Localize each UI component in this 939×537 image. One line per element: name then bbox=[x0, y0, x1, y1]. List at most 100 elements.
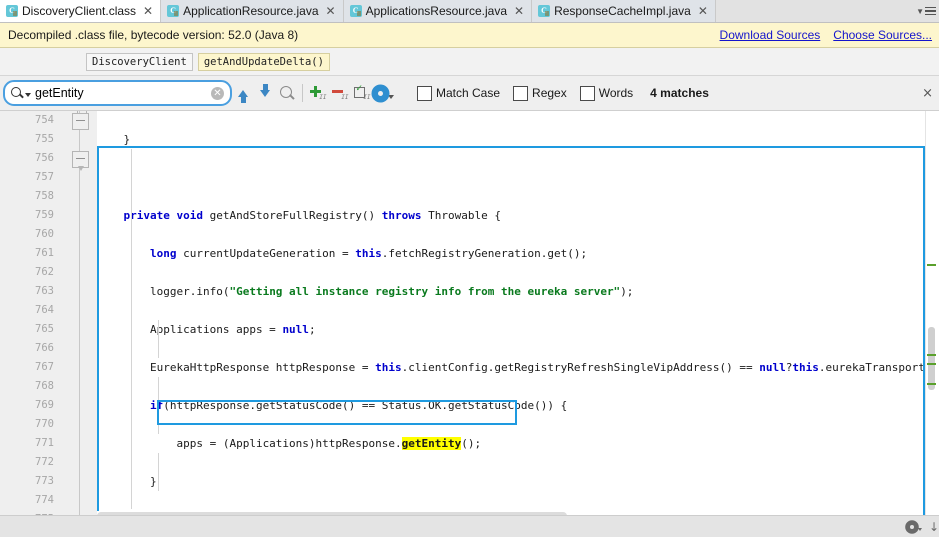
close-find-icon[interactable]: × bbox=[922, 86, 933, 101]
line-number: 769 bbox=[35, 399, 54, 411]
line-number: 774 bbox=[35, 494, 54, 506]
search-input[interactable] bbox=[31, 85, 211, 101]
find-previous-button[interactable] bbox=[232, 82, 254, 104]
code-line-758: logger.info("Getting all instance regist… bbox=[97, 285, 634, 298]
code-line-763: } bbox=[97, 475, 157, 488]
match-count-label: 4 matches bbox=[650, 86, 709, 100]
line-number: 773 bbox=[35, 475, 54, 487]
notice-links: Download Sources Choose Sources... bbox=[720, 28, 939, 42]
gear-icon bbox=[374, 86, 387, 100]
choose-sources-link[interactable]: Choose Sources... bbox=[833, 28, 932, 42]
arrow-down-icon bbox=[260, 83, 270, 97]
chevron-down-icon bbox=[388, 94, 394, 99]
checkbox-icon[interactable] bbox=[513, 85, 529, 101]
code-line-759: Applications apps = null; bbox=[97, 323, 316, 336]
code-line-757: long currentUpdateGeneration = this.fetc… bbox=[149, 247, 588, 260]
match-case-option[interactable]: Match Case bbox=[417, 85, 501, 101]
regex-option[interactable]: Regex bbox=[513, 85, 567, 101]
tab-list-menu-icon[interactable]: ▼ bbox=[916, 6, 936, 16]
checkbox-icon[interactable] bbox=[579, 85, 595, 101]
close-icon[interactable]: ✕ bbox=[143, 5, 153, 17]
line-number: 754 bbox=[35, 114, 54, 126]
add-occurrence-button[interactable]: II bbox=[307, 82, 329, 104]
indent-guide bbox=[131, 149, 132, 509]
code-line-756: private void getAndStoreFullRegistry() t… bbox=[123, 209, 502, 222]
vertical-scrollbar-thumb[interactable] bbox=[928, 327, 935, 390]
fold-guide-line bbox=[79, 111, 80, 516]
line-number: 759 bbox=[35, 209, 54, 221]
code-line-760: EurekaHttpResponse httpResponse = this.c… bbox=[97, 361, 939, 374]
line-number: 762 bbox=[35, 266, 54, 278]
tab-discoveryclient-class[interactable]: C DiscoveryClient.class ✕ bbox=[0, 0, 162, 22]
checkbox-check-icon: ✓ II bbox=[353, 83, 371, 101]
status-bar: ↓ bbox=[0, 515, 939, 537]
fold-toggle-icon[interactable] bbox=[72, 113, 89, 130]
tab-label: DiscoveryClient.class bbox=[22, 4, 137, 18]
select-all-occurrences-button[interactable]: ✓ II bbox=[351, 82, 373, 104]
java-file-icon: C bbox=[167, 5, 180, 17]
plus-icon: II bbox=[309, 85, 327, 101]
occurrence-marker bbox=[927, 354, 936, 356]
find-next-button[interactable] bbox=[254, 82, 276, 104]
line-number: 761 bbox=[35, 247, 54, 259]
download-indicator-icon[interactable]: ↓ bbox=[929, 520, 939, 534]
checkbox-icon[interactable] bbox=[417, 85, 432, 101]
line-number: 755 bbox=[35, 133, 54, 145]
tab-label: ApplicationsResource.java bbox=[365, 4, 507, 18]
breadcrumb-class[interactable]: DiscoveryClient bbox=[86, 52, 193, 71]
tab-applicationresource-java[interactable]: C ApplicationResource.java ✕ bbox=[161, 0, 344, 22]
source-code: } private void getAndStoreFullRegistry()… bbox=[97, 111, 939, 516]
search-icon bbox=[10, 86, 24, 100]
line-number: 768 bbox=[35, 380, 54, 392]
occurrence-marker bbox=[927, 383, 936, 385]
tab-applicationsresource-java[interactable]: C ApplicationsResource.java ✕ bbox=[343, 0, 533, 22]
indent-guide bbox=[158, 320, 159, 358]
code-editor[interactable]: 754 755 756 757 758 759 760 761 762 763 … bbox=[0, 111, 939, 516]
words-option[interactable]: Words bbox=[579, 85, 634, 101]
decompiled-notice-text: Decompiled .class file, bytecode version… bbox=[8, 28, 299, 42]
search-field-wrapper[interactable]: ✕ bbox=[3, 80, 232, 106]
scrollbar-marker-gutter[interactable] bbox=[925, 111, 939, 516]
close-icon[interactable]: ✕ bbox=[514, 5, 524, 17]
tab-label: ApplicationResource.java bbox=[183, 4, 319, 18]
remove-occurrence-button[interactable]: II bbox=[329, 82, 351, 104]
download-sources-link[interactable]: Download Sources bbox=[720, 28, 821, 42]
indent-guide bbox=[158, 453, 159, 491]
java-file-icon: C bbox=[349, 5, 362, 17]
occurrence-marker bbox=[927, 264, 936, 266]
code-line-761: if(httpResponse.getStatusCode() == Statu… bbox=[149, 399, 568, 412]
line-number-gutter: 754 755 756 757 758 759 760 761 762 763 … bbox=[0, 111, 62, 516]
line-number: 757 bbox=[35, 171, 54, 183]
match-case-label: Match Case bbox=[436, 86, 501, 100]
breadcrumb-method[interactable]: getAndUpdateDelta() bbox=[197, 52, 330, 71]
find-toolbar: ✕ II II ✓II Match Case Regex Words bbox=[0, 76, 939, 111]
code-folding-gutter bbox=[62, 111, 97, 516]
toolbar-separator bbox=[302, 84, 303, 102]
java-file-icon: C bbox=[538, 5, 551, 17]
close-icon[interactable]: ✕ bbox=[326, 5, 336, 17]
line-number: 765 bbox=[35, 323, 54, 335]
find-settings-button[interactable] bbox=[373, 82, 395, 104]
ide-window: C DiscoveryClient.class ✕ C ApplicationR… bbox=[0, 0, 939, 537]
tab-overflow-controls: ▼ bbox=[916, 0, 939, 22]
tab-responsecacheimpl-java[interactable]: C ResponseCacheImpl.java ✕ bbox=[532, 0, 716, 22]
line-number: 758 bbox=[35, 190, 54, 202]
code-line-754: } bbox=[97, 133, 131, 146]
decompiled-notice-bar: Decompiled .class file, bytecode version… bbox=[0, 23, 939, 48]
code-content-area[interactable]: } private void getAndStoreFullRegistry()… bbox=[97, 111, 939, 516]
arrow-up-icon bbox=[238, 89, 248, 103]
status-settings-button[interactable] bbox=[906, 521, 922, 532]
breadcrumb: DiscoveryClient getAndUpdateDelta() bbox=[0, 48, 939, 76]
line-number: 756 bbox=[35, 152, 54, 164]
find-all-button[interactable] bbox=[276, 82, 298, 104]
java-class-icon: C bbox=[6, 5, 18, 17]
regex-label: Regex bbox=[532, 86, 567, 100]
line-number: 771 bbox=[35, 437, 54, 449]
fold-toggle-icon[interactable] bbox=[72, 151, 89, 171]
close-icon[interactable]: ✕ bbox=[698, 5, 708, 17]
code-line-762: apps = (Applications)httpResponse.getEnt… bbox=[97, 437, 482, 450]
gear-icon bbox=[906, 521, 917, 532]
words-label: Words bbox=[598, 86, 634, 100]
clear-search-icon[interactable]: ✕ bbox=[211, 86, 224, 100]
